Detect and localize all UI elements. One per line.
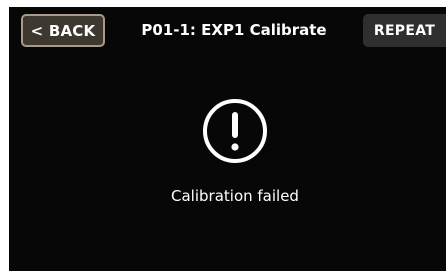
exclamation-circle-icon: [203, 99, 267, 163]
page-title: P01-1: EXP1 Calibrate: [141, 21, 327, 39]
status-message: Calibration failed: [171, 187, 299, 205]
back-button[interactable]: < BACK: [21, 14, 105, 47]
repeat-button[interactable]: REPEAT: [363, 14, 446, 47]
device-screen: < BACK P01-1: EXP1 Calibrate REPEAT Cali…: [9, 7, 446, 271]
header-bar: < BACK P01-1: EXP1 Calibrate REPEAT: [9, 7, 446, 53]
